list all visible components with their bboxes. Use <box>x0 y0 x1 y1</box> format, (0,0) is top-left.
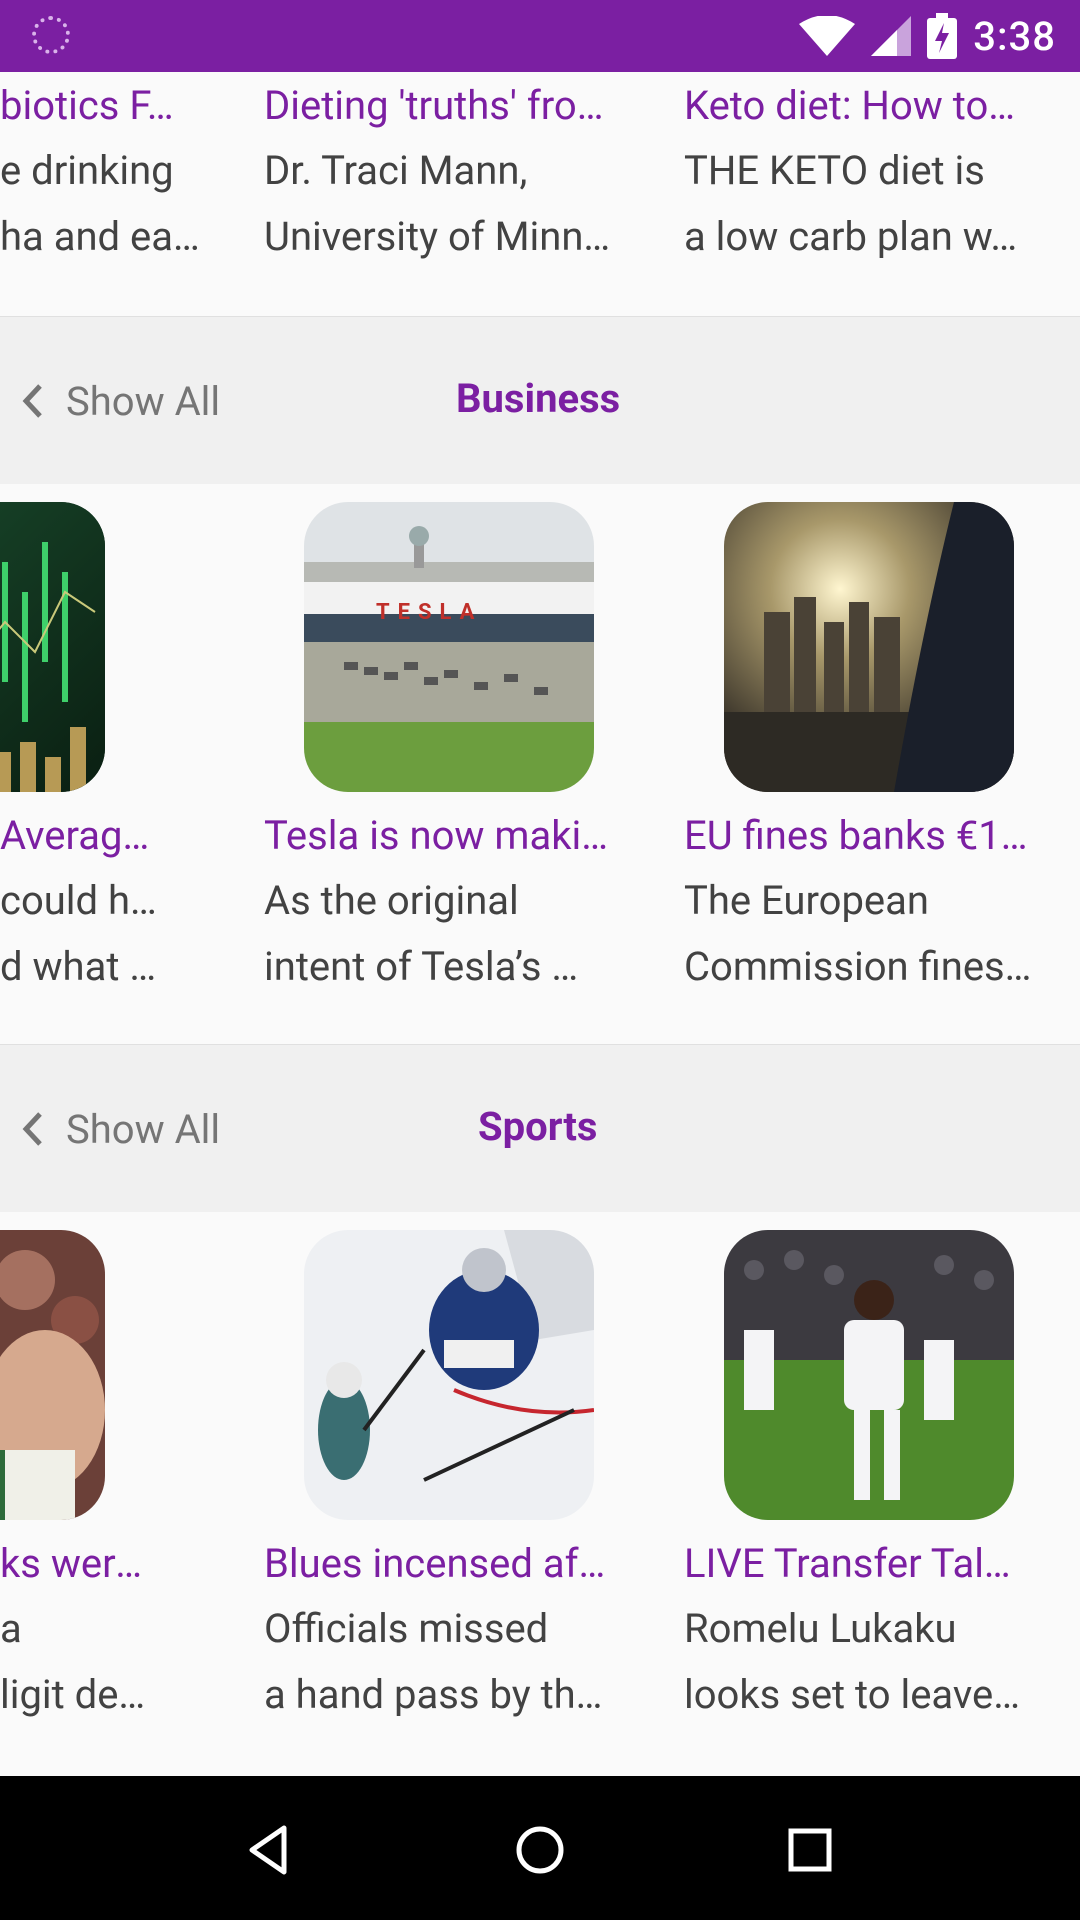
tesla-sign: TESLA <box>376 600 483 625</box>
business-section-header: Show All Business <box>0 316 1080 485</box>
article-description: a ligit defici… <box>0 1596 160 1728</box>
back-icon[interactable] <box>240 1820 300 1880</box>
article-description: e drinking ha and ea… <box>0 138 240 270</box>
section-title: Business <box>456 375 621 422</box>
status-icons: 3:38 <box>799 0 1056 72</box>
recents-icon[interactable] <box>780 1820 840 1880</box>
hockey-goalie-image <box>304 1230 594 1520</box>
article-description: Officials missed a hand pass by th… <box>264 1596 654 1728</box>
business-articles-row[interactable]: Averages… could have d what ha… <box>0 484 1080 1044</box>
description-line: ligit defici… <box>0 1671 160 1718</box>
description-line: Romelu Lukaku <box>684 1605 957 1652</box>
show-all-label: Show All <box>66 377 221 425</box>
description-line: As the original <box>264 877 519 924</box>
sports-section-header: Show All Sports <box>0 1044 1080 1213</box>
article-description: could have d what ha… <box>0 868 160 1000</box>
home-icon[interactable] <box>510 1820 570 1880</box>
article-title: EU fines banks €1… <box>684 812 1028 859</box>
chevron-left-icon <box>22 384 42 418</box>
article-description: The European Commission fines… <box>684 868 1074 1000</box>
article-description: Dr. Traci Mann, University of Minn… <box>264 138 654 270</box>
article-title: LIVE Transfer Tal… <box>684 1540 1011 1587</box>
description-line: a hand pass by th… <box>264 1671 603 1718</box>
chevron-left-icon <box>22 1112 42 1146</box>
article-description: THE KETO diet is a low carb plan w… <box>684 138 1074 270</box>
article-description: Romelu Lukaku looks set to leave… <box>684 1596 1074 1728</box>
description-line: THE KETO diet is <box>684 147 985 194</box>
app-notification-icon <box>32 16 70 54</box>
city-skyline-image <box>724 502 1014 792</box>
description-line: a <box>0 1605 22 1652</box>
description-line: e drinking <box>0 147 174 194</box>
article-title: Averages… <box>0 812 160 859</box>
description-line: a low carb plan w… <box>684 213 1018 260</box>
description-line: d what ha… <box>0 943 160 990</box>
description-line: Commission fines… <box>684 943 1032 990</box>
stock-chart-image <box>0 502 105 792</box>
description-line: could have <box>0 877 160 924</box>
description-line: University of Minn… <box>264 213 611 260</box>
article-title: biotics F… <box>0 82 174 129</box>
description-line: Officials missed <box>264 1605 549 1652</box>
navigation-bar <box>0 1776 1080 1920</box>
section-title: Sports <box>478 1103 598 1150</box>
clock: 3:38 <box>973 12 1056 60</box>
description-line: Dr. Traci Mann, <box>264 147 528 194</box>
show-all-button[interactable]: Show All <box>20 371 220 431</box>
description-line: looks set to leave… <box>684 1671 1020 1718</box>
article-title: Blues incensed af… <box>264 1540 606 1587</box>
article-title: ks weren't… <box>0 1540 160 1587</box>
article-title: Keto diet: How to… <box>684 82 1016 129</box>
basketball-player-image <box>0 1230 105 1520</box>
show-all-button[interactable]: Show All <box>20 1099 220 1159</box>
sports-articles-row[interactable]: ks weren't… a ligit defici… Blues incens… <box>0 1212 1080 1776</box>
article-description: As the original intent of Tesla’s … <box>264 868 654 1000</box>
wifi-icon <box>799 16 856 56</box>
status-bar: 3:38 <box>0 0 1080 72</box>
battery-charging-icon <box>927 13 958 59</box>
soccer-player-image <box>724 1230 1014 1520</box>
show-all-label: Show All <box>66 1105 221 1153</box>
article-title: Tesla is now maki… <box>264 812 608 859</box>
description-line: ha and ea… <box>0 213 200 260</box>
tesla-factory-image: TESLA <box>304 502 594 792</box>
description-line: The European <box>684 877 929 924</box>
article-title: Dieting 'truths' fro… <box>264 82 604 129</box>
health-articles-row[interactable]: biotics F… e drinking ha and ea… Dieting… <box>0 72 1080 316</box>
cellular-signal-icon <box>871 16 912 56</box>
description-line: intent of Tesla’s … <box>264 943 579 990</box>
